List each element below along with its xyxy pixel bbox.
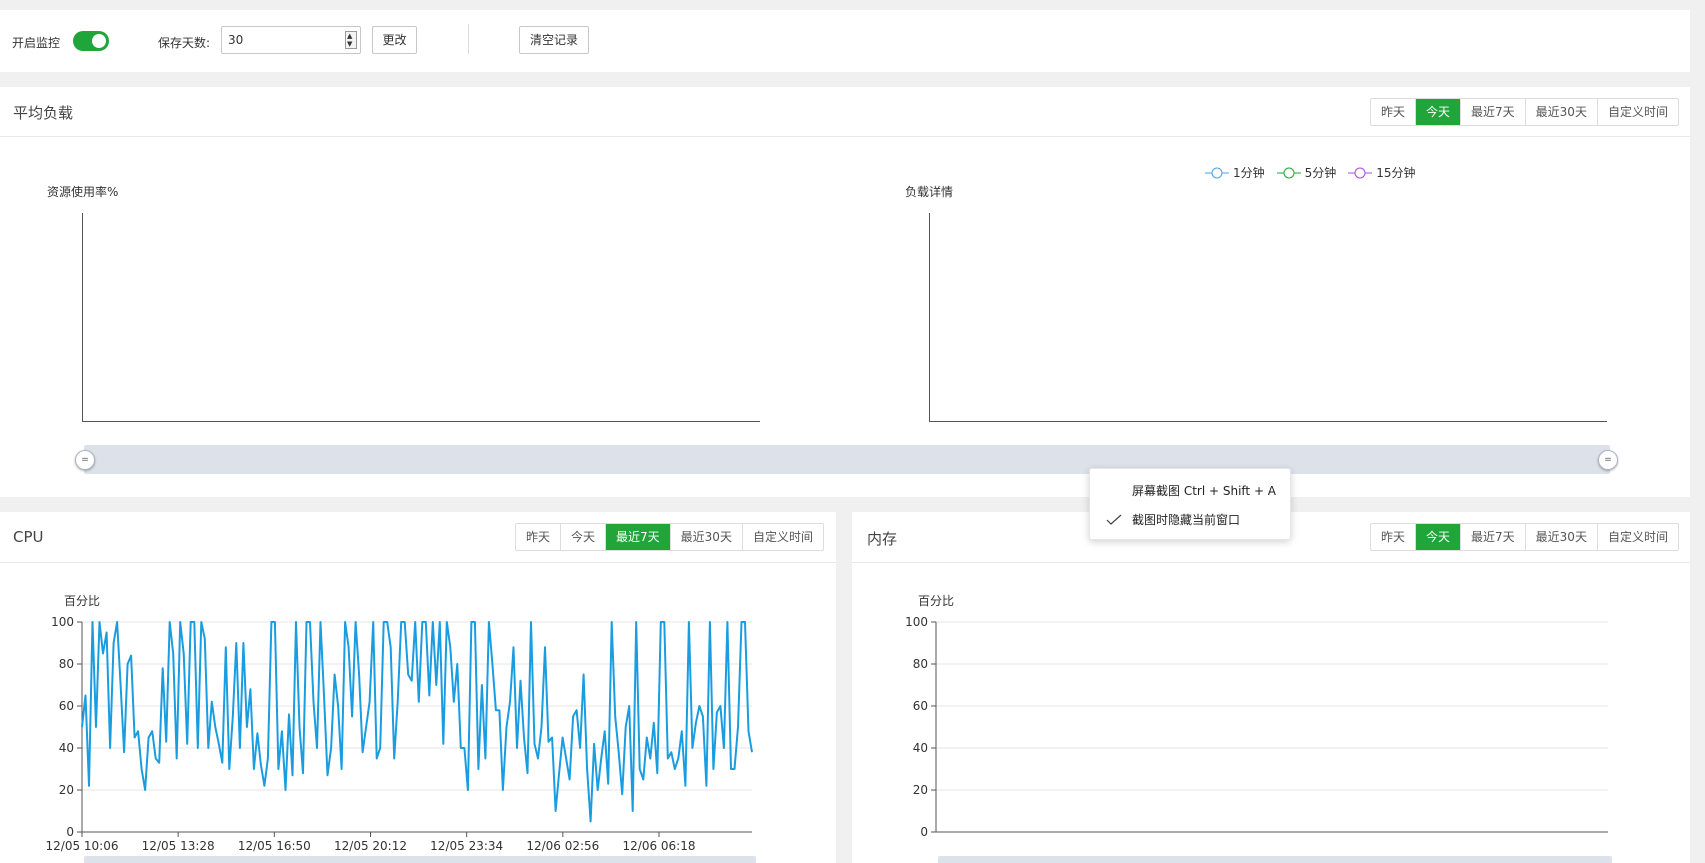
save-days-label: 保存天数:	[158, 36, 211, 50]
y-tick-label: 80	[59, 657, 74, 671]
change-button[interactable]: 更改	[372, 26, 417, 54]
zoom-slider[interactable]	[84, 445, 1610, 474]
days-spinner[interactable]: ▲ ▼	[345, 31, 357, 49]
y-axis-label: 百分比	[64, 594, 100, 608]
cpu-chart: 百分比 0 20 40 60 80 100 12/05 10:06 12/05 13:28 12/…	[46, 594, 753, 853]
zoom-handle-left[interactable]: =	[75, 450, 95, 470]
spin-up-icon[interactable]: ▲	[347, 33, 352, 40]
y-tick-label: 0	[66, 825, 74, 839]
x-tick-label: 12/05 23:34	[430, 839, 503, 853]
y-tick-label: 0	[920, 825, 928, 839]
menu-item-screenshot[interactable]: 屏幕截图 Ctrl + Shift + A	[1132, 482, 1276, 499]
memory-chart: 百分比 0 20 40 60 80 100	[905, 594, 1608, 839]
y-tick-label: 20	[59, 783, 74, 797]
check-icon	[1106, 514, 1122, 525]
monitor-toggle-label: 开启监控	[12, 36, 61, 50]
memory-zoom-slider[interactable]	[938, 856, 1612, 863]
y-tick-label: 40	[913, 741, 928, 755]
y-tick-label: 80	[913, 657, 928, 671]
save-days-input[interactable]: 30	[221, 26, 361, 54]
menu-item-hide-window[interactable]: 截图时隐藏当前窗口	[1132, 511, 1240, 528]
cpu-panel: CPU 昨天 今天 最近7天 最近30天 自定义时间 百分比 0 20 40 60 80 1…	[0, 512, 836, 863]
clear-records-button[interactable]: 清空记录	[519, 26, 589, 54]
y-tick-label: 20	[913, 783, 928, 797]
monitor-toggle[interactable]	[73, 31, 109, 51]
spin-down-icon[interactable]: ▼	[347, 41, 352, 48]
toggle-knob	[92, 34, 106, 48]
memory-panel: 内存 昨天 今天 最近7天 最近30天 自定义时间 百分比 0 20 40 60 80 10…	[852, 512, 1690, 863]
y-tick-label: 100	[905, 615, 928, 629]
x-tick-label: 12/05 20:12	[334, 839, 407, 853]
y-tick-label: 60	[59, 699, 74, 713]
y-tick-label: 60	[913, 699, 928, 713]
cpu-series-line	[81, 621, 753, 823]
x-tick-label: 12/05 10:06	[46, 839, 119, 853]
x-tick-label: 12/05 13:28	[142, 839, 215, 853]
x-tick-label: 12/06 06:18	[623, 839, 696, 853]
divider	[468, 24, 469, 54]
load-axes	[82, 213, 1607, 422]
monitor-settings-panel: 开启监控 保存天数: 30 ▲ ▼ 更改 清空记录	[0, 10, 1690, 72]
load-average-panel: 平均负载 昨天 今天 最近7天 最近30天 自定义时间 1分钟 5分钟 15分钟…	[0, 87, 1690, 497]
y-tick-label: 100	[51, 615, 74, 629]
x-tick-label: 12/06 02:56	[526, 839, 599, 853]
x-tick-label: 12/05 16:50	[238, 839, 311, 853]
screenshot-context-menu: 屏幕截图 Ctrl + Shift + A 截图时隐藏当前窗口	[1089, 468, 1291, 540]
y-tick-label: 40	[59, 741, 74, 755]
zoom-handle-right[interactable]: =	[1598, 450, 1618, 470]
y-axis-label: 百分比	[918, 594, 954, 608]
cpu-zoom-slider[interactable]	[84, 856, 756, 863]
